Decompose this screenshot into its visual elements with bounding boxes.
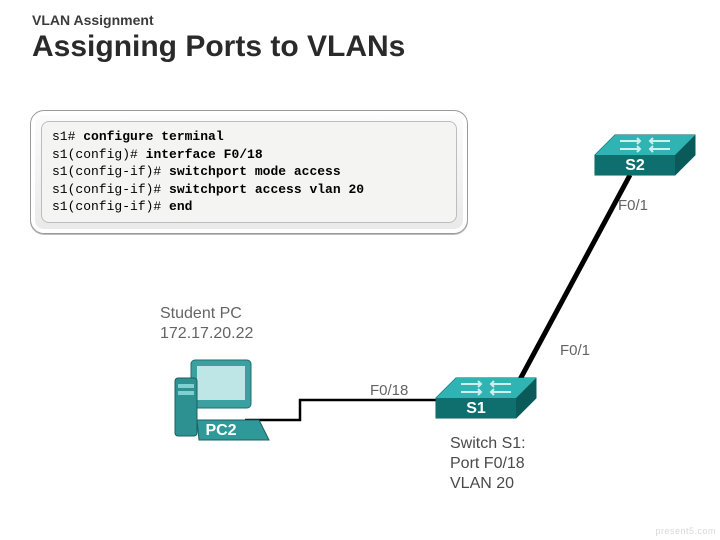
pc-icon: PC2 [175,360,269,440]
cli-line: s1(config-if)# end [52,198,446,216]
pc-label: PC2 [205,422,236,439]
watermark: present5.com [655,526,716,536]
cli-line: s1(config)# interface F0/18 [52,146,446,164]
section-subtitle: VLAN Assignment [32,12,154,28]
switch-s2-icon: S2 [595,135,695,175]
network-diagram: F0/18 F0/1 F0/1 S2 S1 [0,0,720,540]
port-label-s1-side: F0/1 [560,342,590,359]
switch-s2-label: S2 [625,157,645,174]
switch-s1-label: S1 [466,400,486,417]
link-s1-s2 [510,175,630,398]
cli-line: s1(config-if)# switchport mode access [52,163,446,181]
port-label-s2-side: F0/1 [618,197,648,214]
link-pc-s1 [245,400,450,420]
cli-terminal-card: s1# configure terminal s1(config)# inter… [30,110,468,234]
switch-s1-icon: S1 [436,378,536,418]
pc-caption-ip: 172.17.20.22 [160,325,254,342]
cli-terminal-body: s1# configure terminal s1(config)# inter… [41,121,457,223]
s1-caption-line: Switch S1: [450,435,526,452]
cli-line: s1# configure terminal [52,128,446,146]
s1-caption-line: VLAN 20 [450,475,514,492]
s1-caption-line: Port F0/18 [450,455,525,472]
port-label-pc-s1: F0/18 [370,382,408,399]
page-title: Assigning Ports to VLANs [32,30,405,64]
pc-caption-name: Student PC [160,305,242,322]
cli-line: s1(config-if)# switchport access vlan 20 [52,181,446,199]
